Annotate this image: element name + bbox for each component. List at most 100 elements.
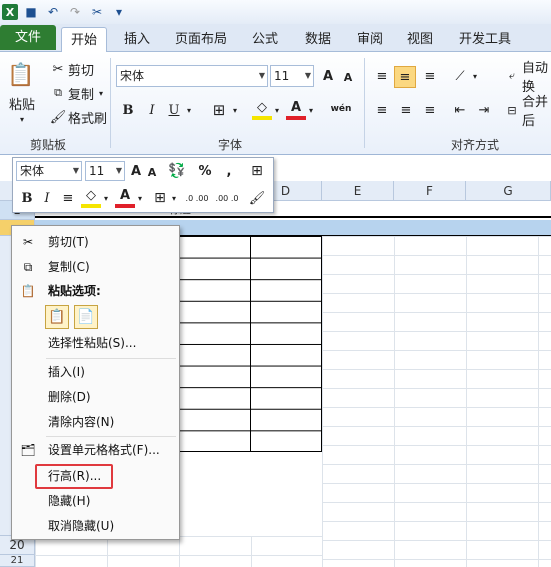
borders-dropdown-icon[interactable]: ▾ [230, 100, 240, 120]
mini-fill-dropdown-icon[interactable]: ▾ [101, 188, 111, 208]
decrease-indent-icon[interactable]: ⇤ [450, 100, 470, 120]
align-center-icon[interactable]: ≡ [396, 100, 416, 120]
undo-icon[interactable]: ↶ [44, 3, 62, 21]
increase-indent-icon[interactable]: ⇥ [474, 100, 494, 120]
borders-icon[interactable]: ⊞ [210, 100, 228, 120]
cut-button[interactable]: 剪切 [68, 60, 98, 79]
align-left-icon[interactable]: ≡ [372, 100, 392, 120]
grow-font-button[interactable]: A [320, 65, 336, 87]
mini-format-painter-icon[interactable]: 🖌 [245, 188, 269, 208]
menu-separator [46, 358, 176, 359]
menu-item-hide[interactable]: 隐藏(H) [12, 489, 179, 513]
align-right-icon[interactable]: ≡ [420, 100, 440, 120]
underline-button[interactable]: U [166, 100, 182, 120]
mini-borders-icon[interactable]: ⊞ [151, 188, 169, 208]
align-bottom-icon[interactable]: ≡ [420, 66, 440, 86]
orientation-dropdown-icon[interactable]: ▾ [470, 66, 480, 86]
bold-button[interactable]: B [120, 100, 136, 120]
paste-values-icon[interactable]: 📄 [74, 305, 98, 329]
row-header[interactable]: 21 [0, 555, 35, 567]
paste-icon[interactable]: 📋 [6, 58, 36, 92]
align-top-icon[interactable]: ≡ [372, 66, 392, 86]
clipboard-group-label: 剪贴板 [29, 138, 66, 152]
mini-bold-button[interactable]: B [19, 188, 35, 208]
format-table-icon[interactable]: ⊞ [245, 161, 269, 181]
paste-button[interactable]: 粘贴 [6, 94, 38, 113]
save-icon[interactable]: ■ [22, 3, 40, 21]
menu-item-insert[interactable]: 插入(I) [12, 360, 179, 384]
mini-italic-button[interactable]: I [39, 188, 55, 208]
menu-item-copy[interactable]: ⧉ 复制(C) [12, 255, 179, 279]
tab-home[interactable]: 开始 [61, 27, 107, 53]
font-group-label: 字体 [217, 138, 242, 152]
mini-size-combo[interactable]: 11 ▼ [85, 161, 125, 181]
data-table[interactable] [178, 236, 322, 452]
menu-item-clear-contents[interactable]: 清除内容(N) [12, 410, 179, 434]
menu-item-label: 删除(D) [48, 390, 91, 404]
percent-button[interactable]: % [193, 161, 217, 181]
mini-font-color-button[interactable]: A [115, 186, 135, 208]
wrap-text-button[interactable]: 自动换 [522, 61, 551, 95]
copy-icon: ⧉ [23, 260, 33, 274]
paste-dropdown-icon[interactable]: ▾ [14, 112, 30, 126]
comma-button[interactable]: , [219, 161, 239, 181]
tools-icon[interactable]: ✂ [88, 3, 106, 21]
font-color-button[interactable]: A [286, 98, 306, 120]
paste-option-icon[interactable]: 📋 [45, 305, 69, 329]
mini-font-combo[interactable]: 宋体 ▼ [16, 161, 82, 181]
menu-item-cut[interactable]: ✂ 剪切(T) [12, 230, 179, 254]
fill-dropdown-icon[interactable]: ▾ [272, 100, 282, 120]
menu-item-unhide[interactable]: 取消隐藏(U) [12, 514, 179, 538]
underline-dropdown-icon[interactable]: ▾ [184, 100, 194, 120]
format-painter-button[interactable]: 格式刷 [68, 108, 110, 127]
merge-center-button[interactable]: 合并后 [522, 95, 551, 129]
tab-insert[interactable]: 插入 [115, 27, 159, 52]
tab-file[interactable]: 文件 [0, 25, 56, 50]
menu-item-format-cells[interactable]: 🗂 设置单元格格式(F)... [12, 438, 179, 462]
menu-item-delete[interactable]: 删除(D) [12, 385, 179, 409]
tab-review[interactable]: 审阅 [348, 27, 392, 52]
empty-cells[interactable] [35, 536, 322, 567]
chevron-down-icon: ▼ [72, 166, 79, 175]
mini-font-color-dropdown-icon[interactable]: ▾ [135, 188, 145, 208]
font-size-combo[interactable]: 11 ▼ [270, 65, 314, 87]
mini-borders-dropdown-icon[interactable]: ▾ [169, 188, 179, 208]
mini-fill-color-icon[interactable]: ◇ [81, 186, 101, 208]
empty-cells[interactable] [322, 236, 551, 567]
column-header-e[interactable]: E [322, 181, 394, 201]
mini-grow-font-button[interactable]: A [129, 161, 143, 181]
excel-logo-icon: X [2, 4, 18, 20]
column-header-g[interactable]: G [466, 181, 551, 201]
menu-item-label: 隐藏(H) [48, 494, 91, 508]
tab-data[interactable]: 数据 [296, 27, 340, 52]
font-name-combo[interactable]: 宋体 ▼ [116, 65, 268, 87]
redo-icon[interactable]: ↷ [66, 3, 84, 21]
tab-formulas[interactable]: 公式 [243, 27, 287, 52]
mini-shrink-font-button[interactable]: A [145, 163, 159, 181]
copy-button[interactable]: 复制 [68, 84, 98, 103]
copy-dropdown-icon[interactable]: ▾ [96, 84, 106, 102]
font-name-value: 宋体 [120, 69, 145, 83]
tab-developer[interactable]: 开发工具 [452, 27, 518, 52]
decrease-decimal-button[interactable]: .00 .0 [213, 188, 241, 208]
tab-view[interactable]: 视图 [398, 27, 442, 52]
orientation-icon[interactable]: ⟋ [450, 66, 470, 86]
mini-center-icon[interactable]: ≡ [59, 188, 77, 208]
accounting-format-icon[interactable]: 💱 [163, 161, 191, 181]
fill-color-icon[interactable]: ◇ [252, 98, 272, 120]
row-height-highlight-box [35, 464, 113, 489]
ribbon-tabs: 文件 开始 插入 页面布局 公式 数据 审阅 视图 开发工具 [0, 24, 551, 53]
menu-item-label: 插入(I) [48, 365, 85, 379]
tab-page-layout[interactable]: 页面布局 [168, 27, 234, 52]
shrink-font-button[interactable]: A [340, 67, 356, 87]
italic-button[interactable]: I [144, 100, 160, 120]
menu-item-label: 复制(C) [48, 260, 90, 274]
menu-item-paste-special[interactable]: 选择性粘贴(S)... [12, 331, 179, 355]
font-color-dropdown-icon[interactable]: ▾ [306, 100, 316, 120]
customize-qat-icon[interactable]: ▾ [110, 3, 128, 21]
phonetic-button[interactable]: wén [326, 98, 356, 120]
increase-decimal-button[interactable]: .0 .00 [183, 188, 211, 208]
align-middle-icon[interactable]: ≡ [394, 66, 416, 88]
column-header-f[interactable]: F [394, 181, 466, 201]
merge-icon: ⊟ [507, 103, 517, 117]
